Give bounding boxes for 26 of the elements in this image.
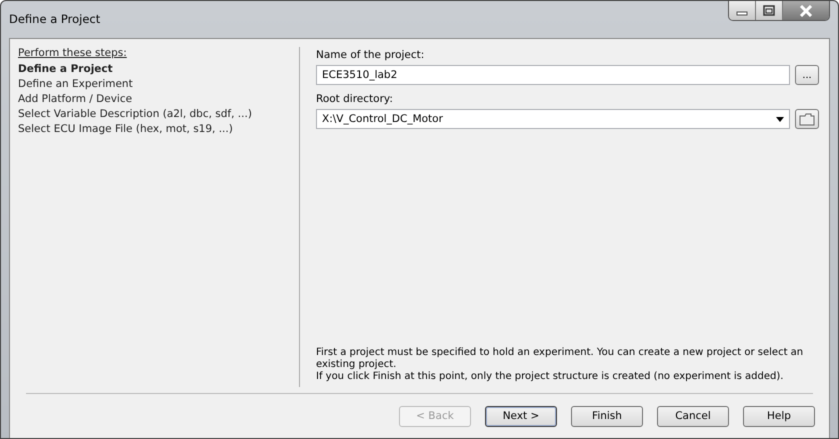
description-text: If you click Finish at this point, only the project structure is created (no experiment is added). [316,371,784,383]
root-directory-dropdown[interactable]: X:\V_Control_DC_Motor [316,109,790,129]
dialog-button[interactable]: Finish [571,406,643,426]
close-icon [798,4,814,16]
caret-icon [776,116,784,122]
field-label: Name of the project: [316,49,426,61]
folder-icon [799,112,815,126]
folder-button[interactable] [795,109,819,129]
dialog-button[interactable]: Help [743,406,815,426]
field-label: Root directory: [316,93,394,105]
description-text: First a project must be specified to hold an experiment. You can create a new project or select an existing project. [316,347,804,371]
dialog-button[interactable]: Cancel [657,406,729,426]
step-item: Define a Project [18,63,114,75]
steps-heading: Perform these steps: [18,47,128,59]
window-title: Define a Project [9,12,100,26]
maximize-button[interactable] [756,1,783,20]
browse-button[interactable]: ... [795,65,819,85]
dialog-button[interactable]: Next > [485,406,557,426]
project-name-field[interactable]: ECE3510_lab2 [316,65,790,85]
minimize-button[interactable] [729,1,756,20]
close-button[interactable] [783,1,829,20]
step-item: Select Variable Description (a2l, dbc, sdf, ...) [18,108,253,120]
step-item: Add Platform / Device [18,93,134,105]
maximize-icon [762,4,776,16]
step-item: Select ECU Image File (hex, mot, s19, ...) [18,123,234,135]
step-item: Define an Experiment [18,78,134,90]
